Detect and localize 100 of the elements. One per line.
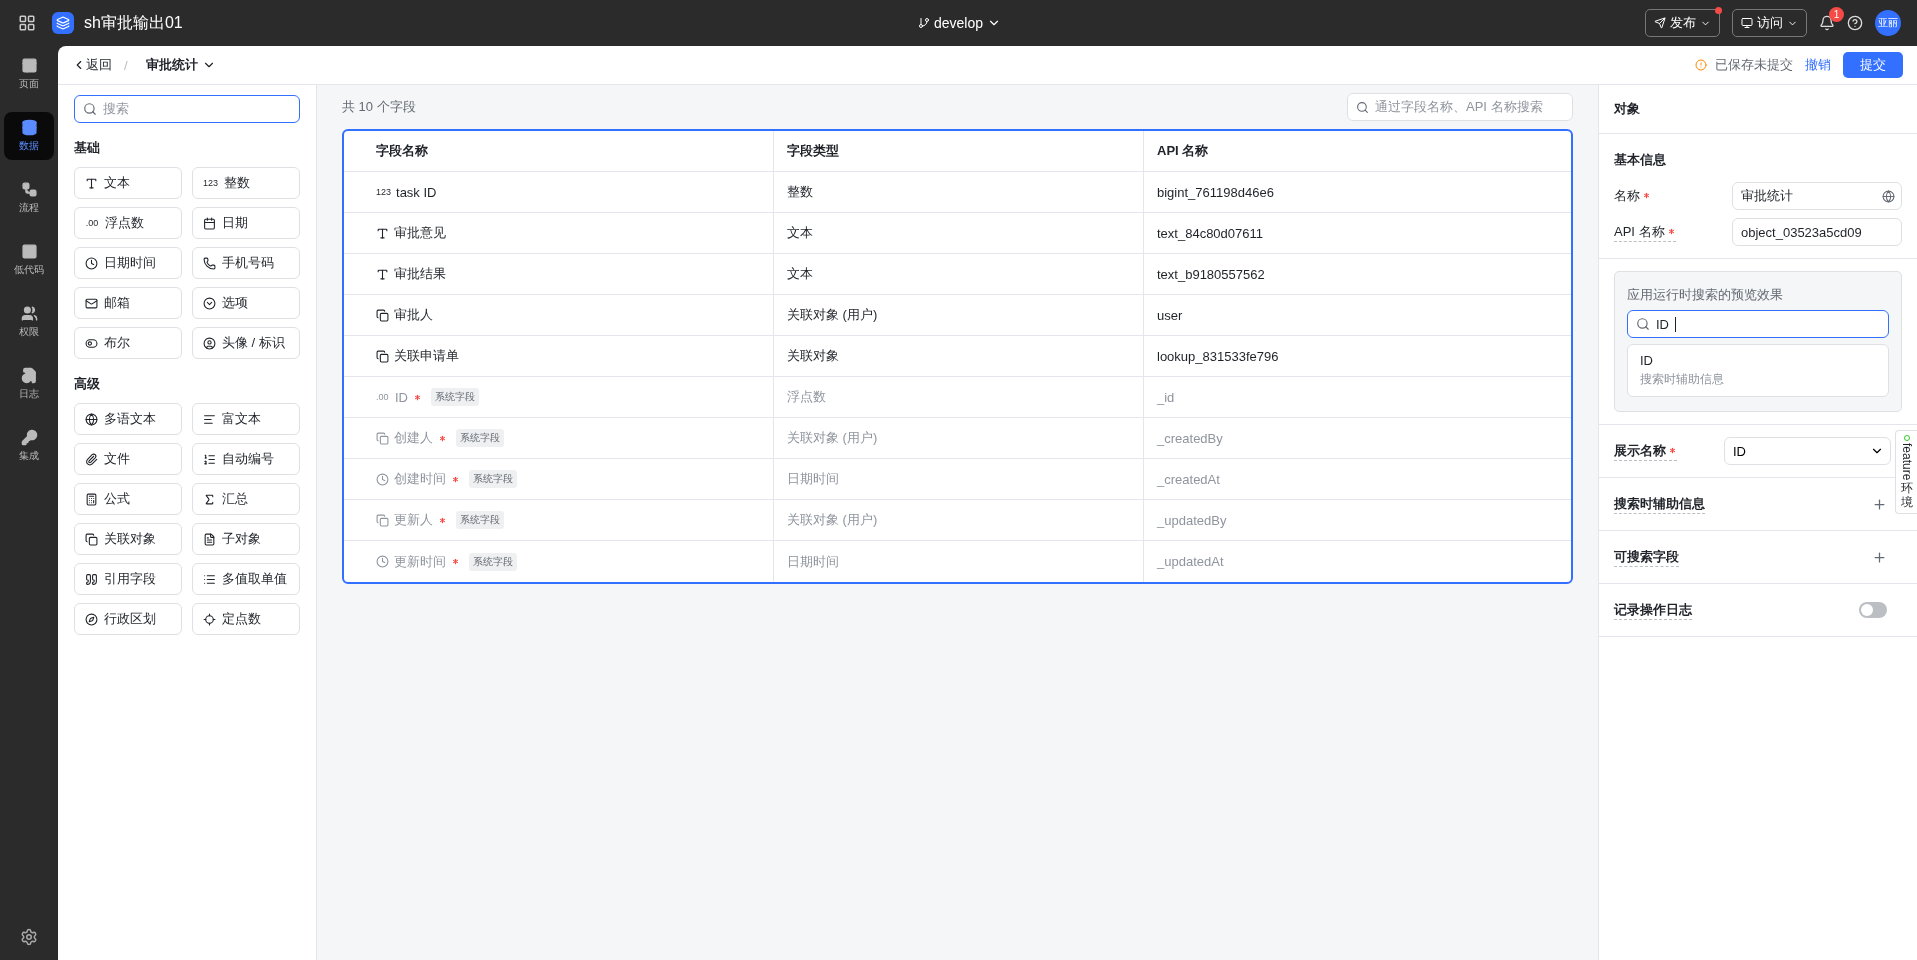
visit-button[interactable]: 访问	[1732, 9, 1807, 37]
field-name-cell: 审批意见	[344, 213, 774, 253]
field-type-item[interactable]: 布尔	[74, 327, 182, 359]
toggle-switch[interactable]	[1859, 602, 1887, 618]
lines-icon	[203, 412, 216, 426]
text-input[interactable]: 审批统计	[1732, 182, 1902, 210]
branch-selector[interactable]: develop	[912, 14, 1008, 32]
settings-icon[interactable]	[20, 928, 38, 946]
field-type-item[interactable]: 日期时间	[74, 247, 182, 279]
globe-icon[interactable]	[1882, 189, 1895, 203]
field-type-item[interactable]: 引用字段	[74, 563, 182, 595]
field-type-item[interactable]: 关联对象	[74, 523, 182, 555]
group-title: 基础	[74, 139, 101, 157]
help-icon[interactable]	[1847, 15, 1863, 31]
chevron-circle-icon	[203, 296, 216, 310]
send-icon	[1654, 17, 1666, 29]
field-type-item[interactable]: 定点数	[192, 603, 300, 635]
bell-icon[interactable]	[1819, 15, 1835, 31]
table-cell: 关联对象	[774, 336, 1144, 376]
publish-button[interactable]: 发布	[1645, 9, 1720, 37]
table-cell-text: _id	[1155, 388, 1176, 407]
field-name-cell: 123 task ID	[344, 172, 774, 212]
nav-item[interactable]: 页面	[4, 50, 54, 98]
table-cell-text: bigint_761198d46e6	[1156, 183, 1275, 202]
nav-item[interactable]: 集成	[4, 422, 54, 470]
search-icon	[1636, 317, 1650, 331]
table-cell-text: lookup_831533fe796	[1156, 347, 1280, 366]
sigma-icon	[203, 492, 216, 506]
field-name-cell: 创建人 系统字段	[344, 418, 774, 458]
type-glyph: 123	[203, 178, 219, 188]
field-type-item[interactable]: 123 整数	[192, 167, 300, 199]
field-type-item[interactable]: 公式	[74, 483, 182, 515]
search-icon	[83, 102, 97, 116]
database-icon	[20, 119, 38, 136]
field-type-item[interactable]: 多语文本	[74, 403, 182, 435]
field-type-item[interactable]: 多值取单值	[192, 563, 300, 595]
text-input[interactable]: object_03523a5cd09	[1732, 218, 1902, 246]
field-type-item[interactable]: 自动编号	[192, 443, 300, 475]
field-name-cell: 更新时间 系统字段	[344, 541, 774, 582]
calendar-icon	[203, 216, 216, 230]
field-type-item[interactable]: 文件	[74, 443, 182, 475]
table-cell-text: _createdBy	[1155, 429, 1224, 448]
type-glyph: 123	[376, 187, 392, 197]
undo-link[interactable]: 撤销	[1801, 56, 1835, 74]
table-cell-text: _createdAt	[1155, 470, 1221, 489]
table-cell-text: text_84c80d07611	[1156, 224, 1265, 243]
table-cell-text: _updatedAt	[1155, 553, 1225, 571]
globe-icon	[85, 412, 98, 426]
field-type-item[interactable]: 子对象	[192, 523, 300, 555]
field-label: 名称	[1614, 186, 1651, 206]
key-icon	[20, 429, 38, 446]
display-name-select[interactable]: ID	[1724, 437, 1891, 465]
object-selector[interactable]: 审批统计	[139, 55, 222, 75]
field-type-item[interactable]: 汇总	[192, 483, 300, 515]
nav-item[interactable]: 低代码	[4, 236, 54, 284]
toggle-icon	[85, 336, 98, 350]
user-avatar[interactable]: 亚丽	[1875, 10, 1901, 36]
paperclip-icon	[85, 452, 98, 466]
column-header: 字段名称	[344, 131, 774, 171]
submit-button[interactable]: 提交	[1843, 52, 1903, 78]
add-icon[interactable]	[1872, 496, 1887, 512]
field-type-item[interactable]: 文本	[74, 167, 182, 199]
nav-item[interactable]: 数据	[4, 112, 54, 160]
preview-search-field[interactable]: ID	[1627, 310, 1889, 338]
table-cell: 浮点数	[774, 377, 1144, 417]
field-name-cell: 更新人 系统字段	[344, 500, 774, 540]
required-icon	[1668, 446, 1677, 455]
table-cell: 关联对象 (用户)	[774, 295, 1144, 335]
table-cell-text: _updatedBy	[1155, 511, 1228, 530]
locate-icon	[203, 612, 216, 626]
table-cell: 日期时间	[774, 541, 1144, 582]
table-cell: 关联对象 (用户)	[774, 500, 1144, 540]
quote-icon	[85, 572, 98, 586]
add-icon[interactable]	[1872, 549, 1887, 565]
calculator-icon	[85, 492, 98, 506]
field-type-item[interactable]: 选项	[192, 287, 300, 319]
feature-tab[interactable]: feature 环境	[1895, 430, 1917, 514]
phone-icon	[203, 256, 216, 270]
field-type-item[interactable]: 邮箱	[74, 287, 182, 319]
back-link[interactable]: 返回	[72, 56, 112, 74]
user-icon	[203, 336, 216, 350]
required-icon	[451, 557, 460, 566]
field-type-item[interactable]: 日期	[192, 207, 300, 239]
clock-icon	[85, 256, 98, 270]
field-type-item[interactable]: 行政区划	[74, 603, 182, 635]
table-cell-text: text_b9180557562	[1156, 265, 1266, 284]
field-type-item[interactable]: .00 浮点数	[74, 207, 182, 239]
required-icon	[438, 433, 447, 443]
field-type-item[interactable]: 富文本	[192, 403, 300, 435]
branch-icon	[918, 17, 930, 29]
apps-icon[interactable]	[18, 14, 36, 32]
numbered-list-icon	[203, 452, 216, 466]
setting-label: 搜索时辅助信息	[1614, 494, 1705, 514]
nav-item[interactable]: 日志	[4, 360, 54, 408]
field-type-item[interactable]: 头像 / 标识	[192, 327, 300, 359]
warning-icon	[1695, 59, 1707, 71]
nav-item[interactable]: 流程	[4, 174, 54, 222]
search-result[interactable]: ID 搜索时辅助信息	[1627, 344, 1889, 397]
field-type-item[interactable]: 手机号码	[192, 247, 300, 279]
nav-item[interactable]: 权限	[4, 298, 54, 346]
